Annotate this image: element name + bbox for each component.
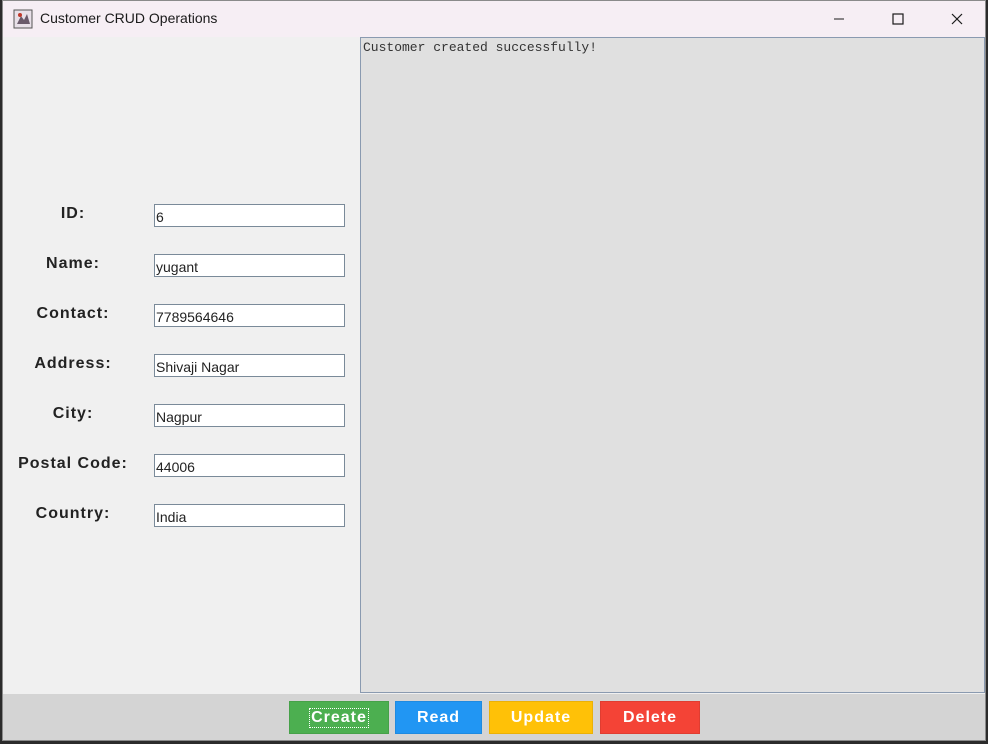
name-field[interactable] [154,254,345,277]
read-button-label: Read [416,708,461,726]
postal-code-label: Postal Code: [18,455,128,472]
minimize-button[interactable] [810,1,868,37]
country-label: Country: [35,505,111,522]
title-bar[interactable]: Customer CRUD Operations [3,1,985,37]
contact-label: Contact: [36,305,110,322]
button-bar: Create Read Update Delete [3,694,985,740]
delete-button-label: Delete [622,708,678,726]
window-title: Customer CRUD Operations [40,10,218,26]
name-label: Name: [46,255,100,272]
contact-field[interactable] [154,304,345,327]
minimize-icon [834,18,844,20]
create-button[interactable]: Create [289,701,389,734]
id-label: ID: [60,205,86,222]
delete-button[interactable]: Delete [600,701,700,734]
country-field[interactable] [154,504,345,527]
maximize-button[interactable] [869,1,927,37]
close-icon [951,13,963,25]
update-button[interactable]: Update [489,701,593,734]
update-button-label: Update [510,708,572,726]
city-field[interactable] [154,404,345,427]
close-button[interactable] [928,1,985,37]
output-text-area[interactable]: Customer created successfully! [360,37,985,693]
create-button-label: Create [309,707,369,728]
address-label: Address: [34,355,112,372]
maximize-icon [892,13,904,25]
postal-code-field[interactable] [154,454,345,477]
output-message: Customer created successfully! [363,40,598,55]
customer-form: ID: Name: Contact: Address: City: Postal… [3,37,358,693]
address-field[interactable] [154,354,345,377]
id-field[interactable] [154,204,345,227]
java-app-icon [13,9,33,29]
read-button[interactable]: Read [395,701,482,734]
city-label: City: [52,405,94,422]
app-window: Customer CRUD Operations ID: Name: Conta… [2,0,986,741]
